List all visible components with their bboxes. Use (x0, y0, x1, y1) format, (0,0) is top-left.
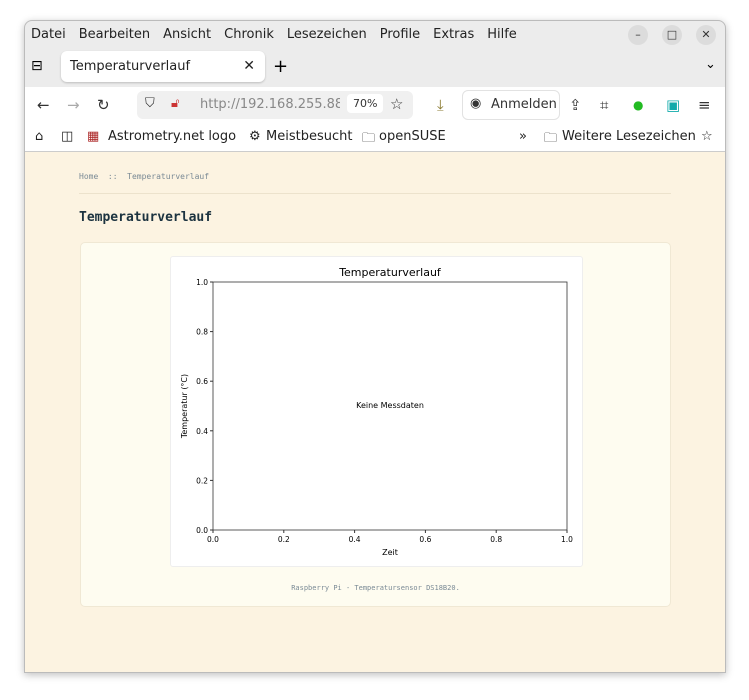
url-text[interactable]: http://192.168.255.88 (200, 97, 340, 112)
bookmark-manage-icon[interactable]: ☆ (701, 129, 713, 144)
menu-icon[interactable]: ≡ (698, 96, 711, 114)
astrometry-logo-icon: ▦ (87, 129, 100, 144)
whatsapp-icon[interactable]: ● (633, 98, 643, 112)
menu-bar: Datei Bearbeiten Ansicht Chronik Lesezei… (25, 21, 725, 48)
close-window-button[interactable]: ✕ (696, 25, 716, 45)
bookmark-astrometry[interactable]: Astrometry.net logo (108, 129, 236, 144)
menu-hilfe[interactable]: Hilfe (487, 27, 517, 42)
y-tick-label: 0.2 (196, 476, 208, 485)
tab-bar: ⊟ Temperaturverlauf ✕ + ⌄ (25, 48, 725, 87)
reload-icon[interactable]: ↻ (97, 96, 110, 114)
menu-profile[interactable]: Profile (380, 27, 420, 42)
gear-icon: ⚙ (249, 129, 261, 144)
x-tick-label: 1.0 (561, 535, 573, 544)
home-icon[interactable]: ⌂ (35, 129, 43, 144)
page-content: Home :: Temperaturverlauf Temperaturverl… (25, 152, 725, 672)
forward-icon[interactable]: → (67, 96, 80, 114)
menu-ansicht[interactable]: Ansicht (163, 27, 211, 42)
y-axis-label: Temperatur (°C) (180, 374, 189, 439)
shield-icon[interactable]: ⛉ (145, 96, 155, 111)
x-tick-label: 0.6 (419, 535, 431, 544)
y-tick-label: 1.0 (196, 278, 208, 287)
x-tick-label: 0.8 (490, 535, 502, 544)
x-axis-label: Zeit (382, 548, 398, 557)
chart-card: Temperaturverlauf Keine Messdaten Zeit T… (80, 242, 671, 607)
chart-svg: Temperaturverlauf Keine Messdaten Zeit T… (180, 266, 573, 557)
bookmark-star-icon[interactable]: ☆ (390, 95, 403, 113)
folder-icon: 🗀︎ (362, 131, 376, 146)
tab-title: Temperaturverlauf (70, 59, 191, 74)
url-bar[interactable]: ⛉ 🔓︎ http://192.168.255.88 70% ☆ (137, 91, 413, 119)
back-icon[interactable]: ← (37, 96, 50, 114)
share-icon[interactable]: ⇪ (569, 96, 582, 114)
chart-figure: Temperaturverlauf Keine Messdaten Zeit T… (170, 256, 583, 567)
browser-window: Datei Bearbeiten Ansicht Chronik Lesezei… (24, 20, 726, 673)
y-tick-label: 0.8 (196, 328, 208, 337)
y-tick-label: 0.0 (196, 526, 208, 535)
chart-title: Temperaturverlauf (338, 266, 442, 279)
x-tick-label: 0.0 (207, 535, 219, 544)
menu-bearbeiten[interactable]: Bearbeiten (79, 27, 150, 42)
signin-button[interactable]: ◉ Anmelden (462, 90, 560, 120)
zoom-level[interactable]: 70% (347, 94, 384, 113)
new-tab-button[interactable]: + (273, 56, 288, 77)
insecure-lock-icon[interactable]: 🔓︎ (171, 96, 179, 111)
bookmarks-bar: ⌂ ◫ ▦ Astrometry.net logo ⚙ Meistbesucht… (25, 123, 725, 152)
tab-overview-icon[interactable]: ⊟ (31, 58, 43, 74)
no-data-annotation: Keine Messdaten (356, 401, 424, 410)
menu-chronik[interactable]: Chronik (224, 27, 274, 42)
maximize-button[interactable]: □ (662, 25, 682, 45)
divider (79, 193, 671, 194)
download-icon[interactable]: ⤓ (437, 96, 444, 114)
x-tick-label: 0.4 (349, 535, 361, 544)
tab-temperaturverlauf[interactable]: Temperaturverlauf ✕ (61, 51, 265, 82)
nav-bar: ← → ↻ ⛉ 🔓︎ http://192.168.255.88 70% ☆ ⤓… (25, 87, 725, 123)
menu-datei[interactable]: Datei (31, 27, 66, 42)
breadcrumb[interactable]: Home :: Temperaturverlauf (79, 172, 209, 181)
menu-extras[interactable]: Extras (433, 27, 474, 42)
sidebar-icon[interactable]: ◫ (61, 129, 73, 144)
close-tab-icon[interactable]: ✕ (243, 51, 255, 82)
account-icon: ◉ (470, 96, 482, 111)
crop-icon[interactable]: ⌗ (600, 96, 608, 114)
footer-text: Raspberry Pi - Temperatursensor DS18B20. (291, 584, 460, 592)
folder-icon: 🗀︎ (544, 131, 558, 146)
y-tick-label: 0.6 (196, 377, 208, 386)
bookmark-weitere[interactable]: Weitere Lesezeichen (562, 129, 696, 144)
y-tick-label: 0.4 (196, 427, 208, 436)
tab-list-chevron-icon[interactable]: ⌄ (705, 57, 716, 72)
bookmark-meistbesucht[interactable]: Meistbesucht (266, 129, 352, 144)
menu-lesezeichen[interactable]: Lesezeichen (287, 27, 367, 42)
signin-label: Anmelden (491, 97, 557, 112)
bookmark-opensuse[interactable]: openSUSE (379, 129, 446, 144)
minimize-button[interactable]: – (628, 25, 648, 45)
page-title: Temperaturverlauf (79, 210, 213, 225)
more-bookmarks-chevron-icon[interactable]: » (519, 129, 527, 144)
x-tick-label: 0.2 (278, 535, 290, 544)
save-icon[interactable]: ▣ (666, 96, 680, 114)
